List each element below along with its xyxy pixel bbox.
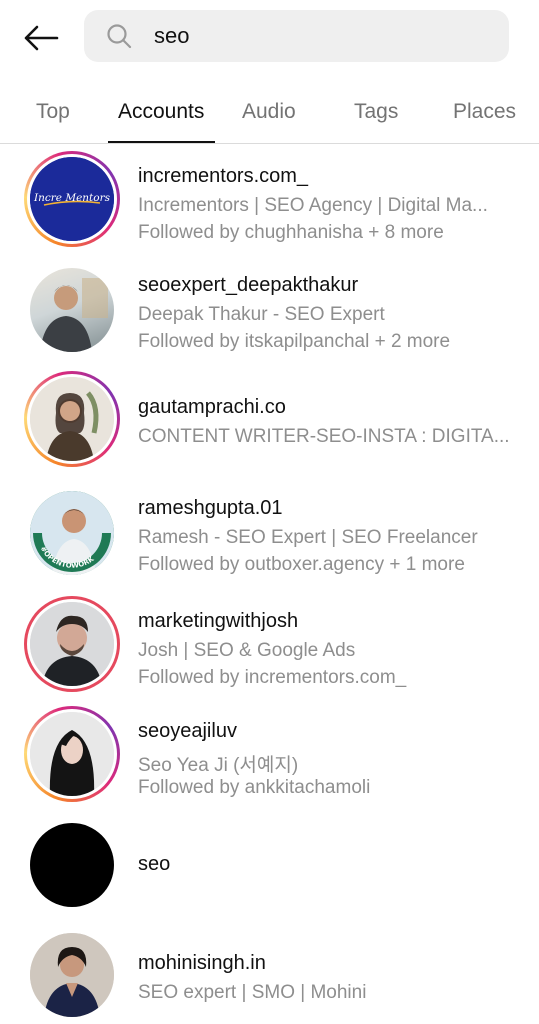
username: marketingwithjosh [138,610,299,632]
followed-by: Followed by outboxer.agency + 1 more [138,554,465,575]
avatar-frame: #OPENTOWORK [24,485,120,581]
list-item[interactable]: mohinisingh.in SEO expert | SMO | Mohini [0,927,539,1024]
username: rameshgupta.01 [138,497,283,519]
followed-by: Followed by itskapilpanchal + 2 more [138,331,451,352]
followed-by: Followed by chughhanisha + 8 more [138,222,444,243]
avatar[interactable] [30,823,114,907]
full-name: CONTENT WRITER-SEO-INSTA : DIGITA... [138,426,510,447]
list-item[interactable]: marketingwithjosh Josh | SEO & Google Ad… [0,596,539,696]
search-input[interactable] [154,10,484,62]
search-icon [107,24,132,49]
full-name: SEO expert | SMO | Mohini [138,982,367,1003]
top-bar [0,0,539,76]
avatar[interactable] [30,712,114,796]
list-item[interactable]: seoexpert_deepakthakur Deepak Thakur - S… [0,262,539,362]
list-item[interactable]: Incre Mentors incrementors.com_ Incremen… [0,151,539,251]
arrow-left-icon [24,25,59,51]
story-ring [24,371,120,467]
list-item[interactable]: seo [0,817,539,917]
tab-tags[interactable]: Tags [354,100,398,124]
person-photo-icon [30,377,114,461]
avatar-frame [24,817,120,913]
username: incrementors.com_ [138,165,309,187]
full-name: Seo Yea Ji (서예지) [138,755,299,776]
followed-by: Followed by incrementors.com_ [138,667,407,688]
incrementors-logo-icon: Incre Mentors [30,157,114,241]
list-item[interactable]: #OPENTOWORK rameshgupta.01 Ramesh - SEO … [0,485,539,585]
username: seoexpert_deepakthakur [138,274,359,296]
tab-accounts[interactable]: Accounts [118,100,204,124]
avatar-frame [24,927,120,1023]
username: mohinisingh.in [138,952,266,974]
full-name: Incrementors | SEO Agency | Digital Ma..… [138,195,488,216]
list-item[interactable]: seoyeajiluv Seo Yea Ji (서예지) Followed by… [0,706,539,806]
list-item[interactable]: gautamprachi.co CONTENT WRITER-SEO-INSTA… [0,371,539,471]
full-name: Deepak Thakur - SEO Expert [138,304,385,325]
tab-places[interactable]: Places [453,100,516,124]
avatar[interactable] [30,377,114,461]
avatar[interactable] [30,268,114,352]
avatar[interactable]: #OPENTOWORK [30,491,114,575]
username: seoyeajiluv [138,720,237,742]
person-photo-icon [40,278,108,352]
story-ring [24,706,120,802]
tab-audio[interactable]: Audio [242,100,296,124]
search-box[interactable] [84,10,509,62]
person-photo-icon: #OPENTOWORK [30,491,114,575]
active-tab-indicator [108,141,215,143]
followed-by: Followed by ankkitachamoli [138,777,371,798]
tab-top[interactable]: Top [36,100,70,124]
avatar[interactable] [30,602,114,686]
person-photo-icon [30,712,114,796]
story-ring: Incre Mentors [24,151,120,247]
avatar[interactable]: Incre Mentors [30,157,114,241]
person-photo-icon [30,933,114,1017]
story-ring-seen [24,596,120,692]
back-button[interactable] [18,18,64,58]
full-name: Ramesh - SEO Expert | SEO Freelancer [138,527,478,548]
tab-bar: Top Accounts Audio Tags Places [0,86,539,144]
svg-text:Incre Mentors: Incre Mentors [33,192,111,204]
avatar-frame [24,262,120,358]
person-photo-icon [30,602,114,686]
full-name: Josh | SEO & Google Ads [138,640,356,661]
avatar[interactable] [30,933,114,1017]
username: seo [138,853,171,875]
username: gautamprachi.co [138,396,286,418]
